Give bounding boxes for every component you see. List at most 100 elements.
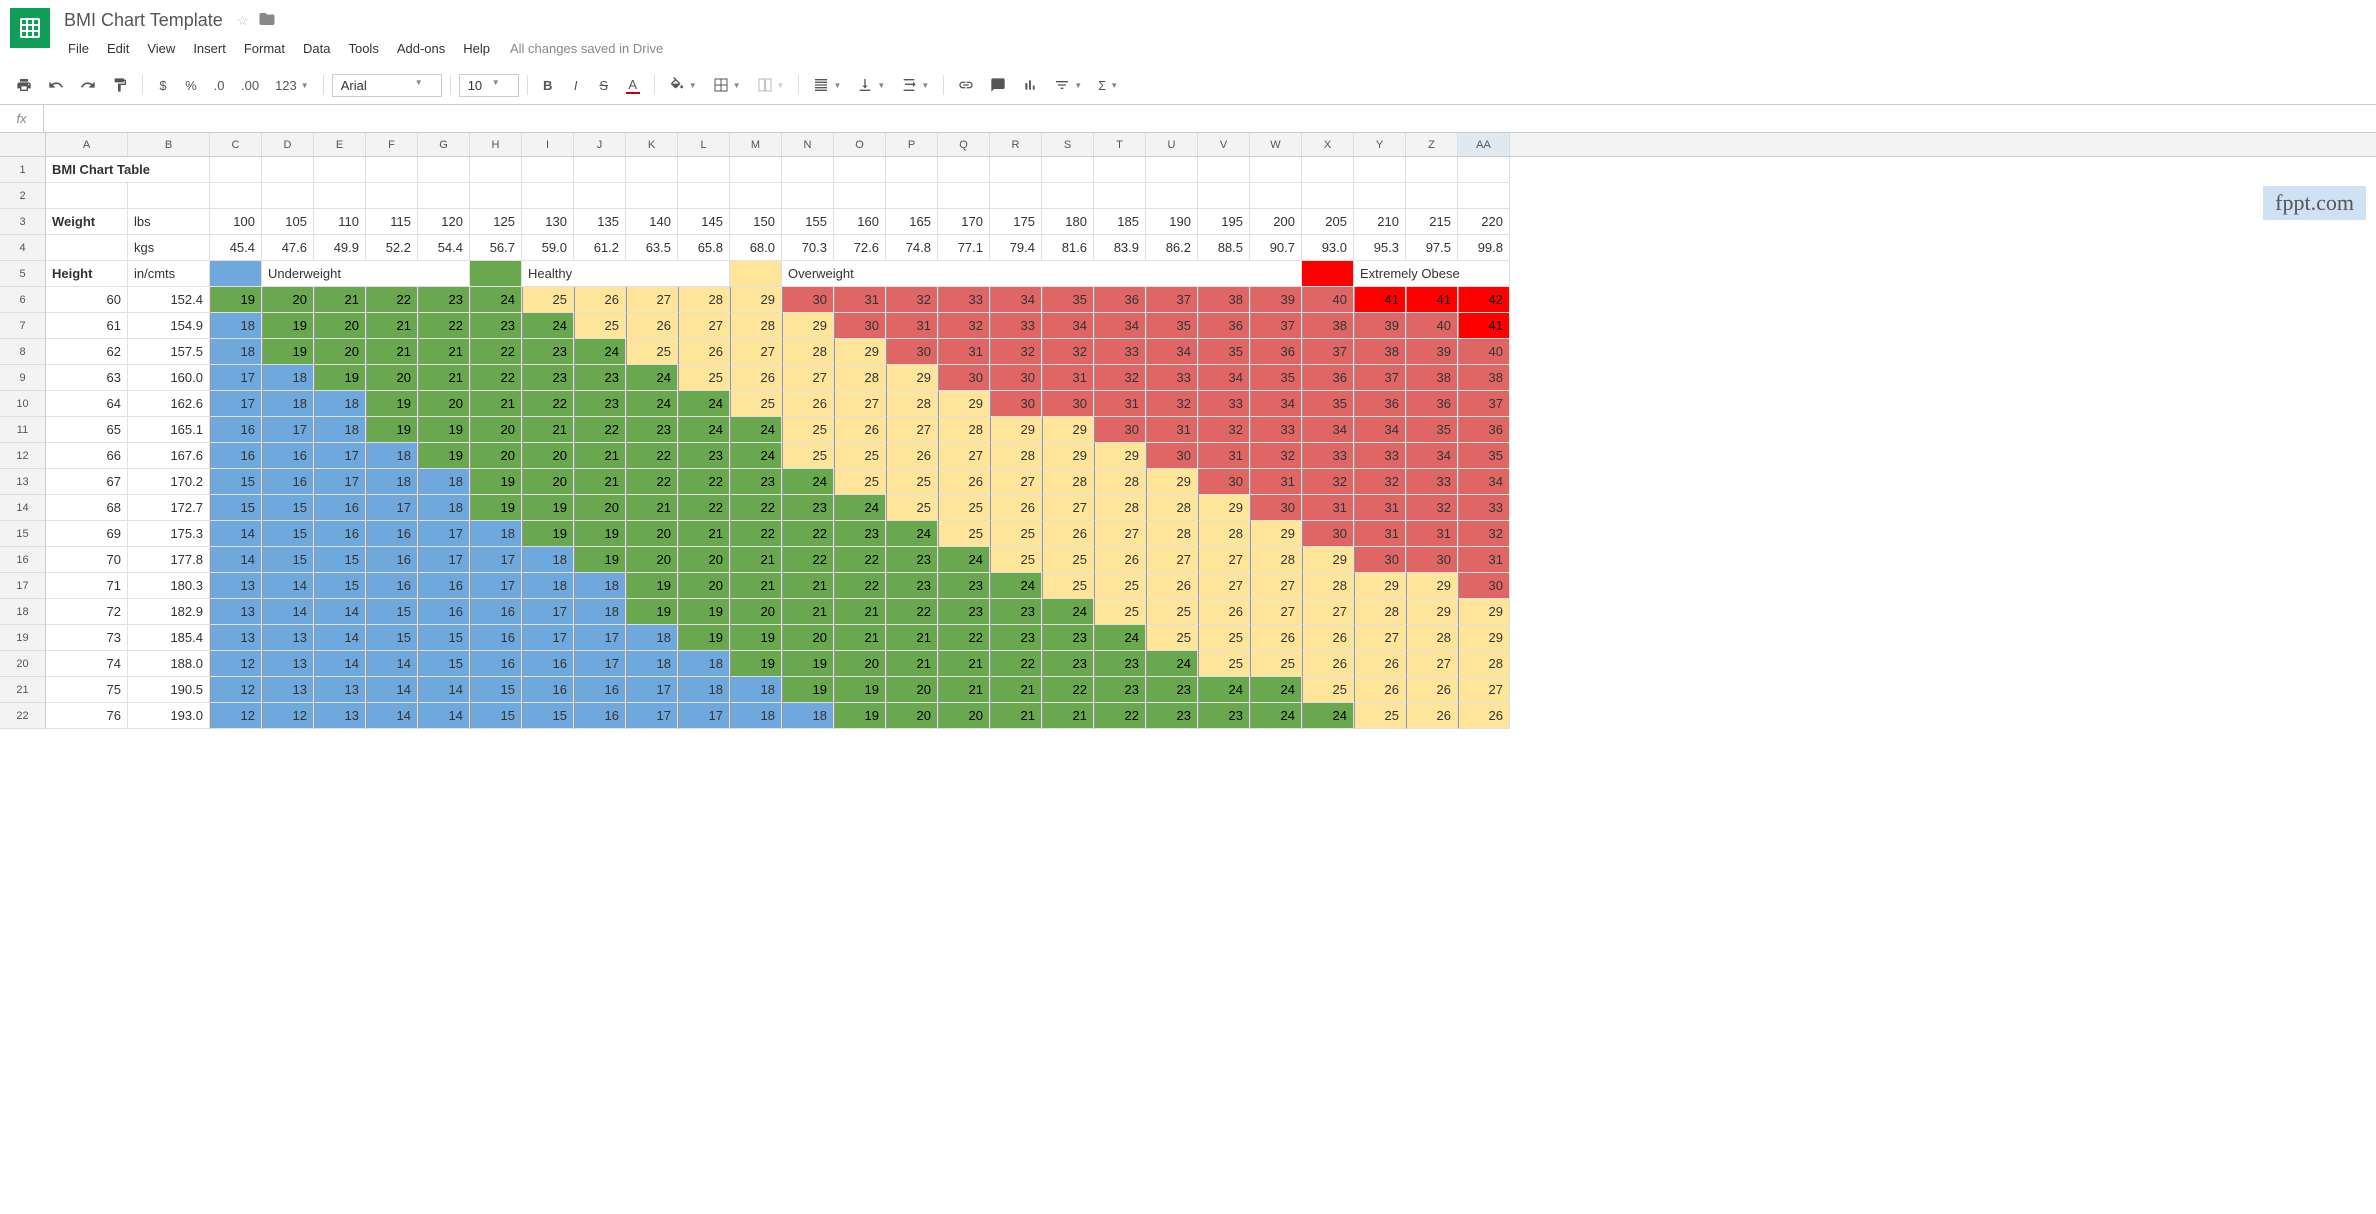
cell[interactable]: 69	[46, 521, 128, 547]
cell[interactable]: 14	[262, 573, 314, 599]
cell[interactable]: 22	[418, 313, 470, 339]
cell[interactable]: 33	[1302, 443, 1354, 469]
cell[interactable]: 32	[1042, 339, 1094, 365]
cell[interactable]: 23	[522, 365, 574, 391]
cell[interactable]: 22	[730, 521, 782, 547]
cell[interactable]: 52.2	[366, 235, 418, 261]
cell[interactable]: 30	[1354, 547, 1406, 573]
cell[interactable]: 34	[1458, 469, 1510, 495]
cell[interactable]: 35	[1406, 417, 1458, 443]
cell[interactable]: 20	[834, 651, 886, 677]
cell[interactable]	[834, 183, 886, 209]
cell[interactable]	[574, 157, 626, 183]
cell[interactable]: 23	[678, 443, 730, 469]
cell[interactable]: 29	[782, 313, 834, 339]
cell[interactable]: 17	[626, 703, 678, 729]
cell[interactable]	[1406, 183, 1458, 209]
cell[interactable]: 135	[574, 209, 626, 235]
cell[interactable]: 28	[1198, 521, 1250, 547]
folder-icon[interactable]	[258, 10, 276, 31]
cell[interactable]: 31	[1302, 495, 1354, 521]
row-header-2[interactable]: 2	[0, 183, 46, 209]
cell[interactable]: 125	[470, 209, 522, 235]
cell[interactable]: 167.6	[128, 443, 210, 469]
cell[interactable]: 20	[886, 703, 938, 729]
cell[interactable]: 21	[574, 469, 626, 495]
cell[interactable]: 25	[730, 391, 782, 417]
cell[interactable]: 18	[626, 651, 678, 677]
cell[interactable]: 22	[886, 599, 938, 625]
cell[interactable]: 31	[938, 339, 990, 365]
cell[interactable]	[1146, 157, 1198, 183]
cell[interactable]: 34	[1146, 339, 1198, 365]
cell[interactable]: 16	[574, 677, 626, 703]
cell[interactable]: 15	[522, 703, 574, 729]
cell[interactable]: 15	[262, 547, 314, 573]
cell[interactable]: 17	[418, 521, 470, 547]
cell[interactable]: 33	[990, 313, 1042, 339]
cell[interactable]: 12	[210, 703, 262, 729]
cell[interactable]: 28	[1458, 651, 1510, 677]
cell[interactable]: 30	[1042, 391, 1094, 417]
cell[interactable]: 28	[886, 391, 938, 417]
cell[interactable]: 16	[470, 599, 522, 625]
cell[interactable]: 21	[418, 365, 470, 391]
cell[interactable]: 19	[730, 625, 782, 651]
cell[interactable]: 35	[1250, 365, 1302, 391]
cell[interactable]: 162.6	[128, 391, 210, 417]
cell[interactable]: 26	[1302, 651, 1354, 677]
col-header-Q[interactable]: Q	[938, 133, 990, 156]
cell[interactable]: 27	[1250, 573, 1302, 599]
text-color-button[interactable]: A	[620, 72, 646, 98]
cell[interactable]: 14	[262, 599, 314, 625]
cell[interactable]: 19	[834, 703, 886, 729]
cell[interactable]: 21	[314, 287, 366, 313]
cell[interactable]: 25	[1042, 573, 1094, 599]
cell[interactable]: 17	[470, 573, 522, 599]
cell[interactable]: 157.5	[128, 339, 210, 365]
cell[interactable]: 23	[626, 417, 678, 443]
cell[interactable]: 25	[1094, 573, 1146, 599]
cell[interactable]: 34	[1250, 391, 1302, 417]
cell[interactable]: 33	[1250, 417, 1302, 443]
col-header-B[interactable]: B	[128, 133, 210, 156]
cell[interactable]: 90.7	[1250, 235, 1302, 261]
cell[interactable]: 16	[522, 677, 574, 703]
cell[interactable]: 22	[626, 443, 678, 469]
cell[interactable]: 16	[210, 443, 262, 469]
cell[interactable]: 31	[1198, 443, 1250, 469]
cell[interactable]: 33	[1458, 495, 1510, 521]
cell[interactable]: 25	[938, 495, 990, 521]
cell[interactable]: 21	[834, 599, 886, 625]
cell[interactable]: 16	[366, 547, 418, 573]
cell[interactable]: 25	[886, 469, 938, 495]
cell[interactable]: 33	[1354, 443, 1406, 469]
cell[interactable]: 24	[1094, 625, 1146, 651]
cell[interactable]: 13	[262, 677, 314, 703]
cell[interactable]	[1458, 157, 1510, 183]
col-header-K[interactable]: K	[626, 133, 678, 156]
cell[interactable]: 29	[1198, 495, 1250, 521]
cell[interactable]: 21	[886, 651, 938, 677]
col-header-S[interactable]: S	[1042, 133, 1094, 156]
cell[interactable]: 38	[1406, 365, 1458, 391]
col-header-U[interactable]: U	[1146, 133, 1198, 156]
cell[interactable]: 23	[574, 391, 626, 417]
cell[interactable]: 29	[1406, 573, 1458, 599]
cell[interactable]: 20	[366, 365, 418, 391]
cell[interactable]: 16	[522, 651, 574, 677]
cell[interactable]: 21	[626, 495, 678, 521]
star-icon[interactable]: ☆	[237, 13, 249, 29]
cell[interactable]: 36	[1198, 313, 1250, 339]
cell[interactable]	[366, 157, 418, 183]
cell[interactable]: 13	[262, 651, 314, 677]
cell[interactable]: 17	[574, 625, 626, 651]
cell[interactable]: 24	[1146, 651, 1198, 677]
cell[interactable]: 19	[782, 677, 834, 703]
col-header-V[interactable]: V	[1198, 133, 1250, 156]
cell[interactable]: 33	[1198, 391, 1250, 417]
cell[interactable]: 170.2	[128, 469, 210, 495]
cell[interactable]	[678, 183, 730, 209]
cell[interactable]: 27	[730, 339, 782, 365]
cell[interactable]: 88.5	[1198, 235, 1250, 261]
